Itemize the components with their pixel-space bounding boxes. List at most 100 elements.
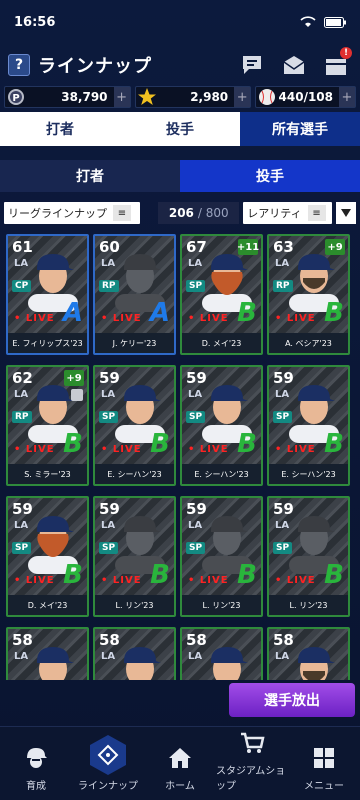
player-card-grid: 61 LA CP • LIVE A E. フィリップス'23 60 LA RP • LIVE A J.… bbox=[0, 234, 360, 680]
chat-button[interactable] bbox=[240, 53, 264, 77]
player-card[interactable]: 60 LA RP • LIVE A J. ケリー'23 bbox=[93, 234, 176, 355]
team-logo-icon: LA bbox=[14, 258, 29, 269]
player-card[interactable]: 58 LA bbox=[6, 627, 89, 680]
player-card[interactable]: 61 LA CP • LIVE A E. フィリップス'23 bbox=[6, 234, 89, 355]
caret-down-icon bbox=[341, 209, 352, 217]
subtab-pitchers[interactable]: 投手 bbox=[180, 160, 360, 192]
grade-letter: B bbox=[237, 560, 257, 590]
present-box-button[interactable]: ! bbox=[324, 47, 352, 77]
live-label: • LIVE bbox=[14, 444, 55, 455]
p-coin-add-button[interactable]: + bbox=[113, 87, 130, 107]
chat-icon bbox=[243, 56, 261, 74]
nav-lineup[interactable]: ラインナップ bbox=[72, 727, 144, 800]
status-bar: 16:56 bbox=[0, 0, 360, 44]
team-logo-icon: LA bbox=[101, 651, 116, 662]
player-card[interactable]: 67 LA SP +11 • LIVE B D. メイ'23 bbox=[180, 234, 263, 355]
nav-training[interactable]: 育成 bbox=[0, 727, 72, 800]
star-icon bbox=[136, 86, 158, 108]
live-label: • LIVE bbox=[188, 444, 229, 455]
card-rating: 59 bbox=[12, 500, 33, 518]
live-label: • LIVE bbox=[188, 575, 229, 586]
position-badge: SP bbox=[12, 542, 32, 554]
league-lineup-label: リーグラインナップ bbox=[8, 207, 107, 220]
filter-bar: リーグラインナップ ≡ 206 / 800 レアリティ ≡ bbox=[0, 202, 360, 224]
player-name: L. リン'23 bbox=[95, 595, 174, 615]
card-rating: 61 bbox=[12, 238, 33, 256]
p-coin-icon: P bbox=[5, 86, 27, 108]
grade-letter: A bbox=[149, 298, 170, 328]
status-time: 16:56 bbox=[14, 14, 56, 30]
player-card[interactable]: 59 LA SP • LIVE B E. シーハン'23 bbox=[180, 365, 263, 486]
category-tabs: 打者 投手 所有選手 bbox=[0, 112, 360, 146]
live-label: • LIVE bbox=[14, 313, 55, 324]
owned-count: 206 / 800 bbox=[158, 202, 240, 224]
card-rating: 59 bbox=[273, 500, 294, 518]
nav-label-lineup: ラインナップ bbox=[78, 781, 138, 792]
player-card[interactable]: 59 LA SP • LIVE B L. リン'23 bbox=[93, 496, 176, 617]
tab-owned-players[interactable]: 所有選手 bbox=[240, 112, 360, 146]
card-row: 62 LA RP +9 • LIVE B S. ミラー'23 59 LA SP • LIVE B E. … bbox=[6, 365, 354, 486]
position-badge: RP bbox=[12, 411, 32, 423]
live-label: • LIVE bbox=[101, 575, 142, 586]
player-card[interactable]: 59 LA SP • LIVE B L. リン'23 bbox=[267, 496, 350, 617]
player-card[interactable]: 62 LA RP +9 • LIVE B S. ミラー'23 bbox=[6, 365, 89, 486]
tab-pitchers[interactable]: 投手 bbox=[120, 112, 240, 146]
live-label: • LIVE bbox=[275, 444, 316, 455]
lock-icon bbox=[71, 389, 83, 401]
player-icon bbox=[27, 748, 47, 768]
battery-icon bbox=[324, 16, 346, 28]
player-card[interactable]: 59 LA SP • LIVE B E. シーハン'23 bbox=[267, 365, 350, 486]
player-card[interactable]: 63 LA RP +9 • LIVE B A. ベシア'23 bbox=[267, 234, 350, 355]
card-rating: 59 bbox=[99, 500, 120, 518]
enhance-badge: +11 bbox=[237, 239, 259, 255]
player-name: L. リン'23 bbox=[182, 595, 261, 615]
status-icons bbox=[300, 16, 346, 28]
live-label: • LIVE bbox=[188, 313, 229, 324]
live-label: • LIVE bbox=[14, 575, 55, 586]
ball-add-button[interactable]: + bbox=[339, 87, 355, 107]
star-add-button[interactable]: + bbox=[234, 87, 251, 107]
live-label: • LIVE bbox=[101, 444, 142, 455]
card-rating: 58 bbox=[273, 631, 294, 649]
team-logo-icon: LA bbox=[275, 389, 290, 400]
tab-batters[interactable]: 打者 bbox=[0, 112, 120, 146]
p-coin-counter: P 38,790 + bbox=[4, 86, 131, 108]
owned-count-value: 206 bbox=[168, 206, 194, 220]
mail-button[interactable] bbox=[282, 53, 306, 77]
player-card[interactable]: 58 LA bbox=[267, 627, 350, 680]
nav-label-stadium-shop: スタジアムショップ bbox=[216, 766, 286, 792]
nav-stadium-shop[interactable]: スタジアムショップ bbox=[216, 727, 288, 800]
player-name: E. シーハン'23 bbox=[182, 464, 261, 484]
nav-home[interactable]: ホーム bbox=[144, 727, 216, 800]
card-rating: 58 bbox=[12, 631, 33, 649]
player-card[interactable]: 58 LA bbox=[93, 627, 176, 680]
grade-letter: B bbox=[237, 429, 257, 459]
rarity-sort-select[interactable]: レアリティ ≡ bbox=[243, 202, 333, 224]
owned-count-total: / 800 bbox=[197, 206, 229, 220]
card-rating: 59 bbox=[99, 369, 120, 387]
nav-menu[interactable]: メニュー bbox=[288, 727, 360, 800]
star-value: 2,980 bbox=[190, 90, 229, 104]
enhance-badge: +9 bbox=[64, 370, 84, 386]
sort-order-button[interactable] bbox=[336, 202, 356, 224]
subtab-batters[interactable]: 打者 bbox=[0, 160, 180, 192]
owned-type-tabs: 打者 投手 bbox=[0, 160, 360, 192]
svg-text:P: P bbox=[12, 93, 19, 104]
player-card[interactable]: 58 LA bbox=[180, 627, 263, 680]
team-logo-icon: LA bbox=[188, 389, 203, 400]
card-rating: 67 bbox=[186, 238, 207, 256]
player-card[interactable]: 59 LA SP • LIVE B L. リン'23 bbox=[180, 496, 263, 617]
team-logo-icon: LA bbox=[188, 520, 203, 531]
team-logo-icon: LA bbox=[101, 520, 116, 531]
help-button[interactable]: ? bbox=[8, 54, 30, 76]
team-logo-icon: LA bbox=[275, 258, 290, 269]
player-card[interactable]: 59 LA SP • LIVE B E. シーハン'23 bbox=[93, 365, 176, 486]
team-logo-icon: LA bbox=[188, 651, 203, 662]
player-card[interactable]: 59 LA SP • LIVE B D. メイ'23 bbox=[6, 496, 89, 617]
live-label: • LIVE bbox=[275, 313, 316, 324]
team-logo-icon: LA bbox=[101, 258, 116, 269]
ball-counter: 440/108 + bbox=[255, 86, 356, 108]
release-player-button[interactable]: 選手放出 bbox=[229, 683, 355, 717]
league-lineup-select[interactable]: リーグラインナップ ≡ bbox=[4, 202, 141, 224]
enhance-badge: +9 bbox=[325, 239, 345, 255]
